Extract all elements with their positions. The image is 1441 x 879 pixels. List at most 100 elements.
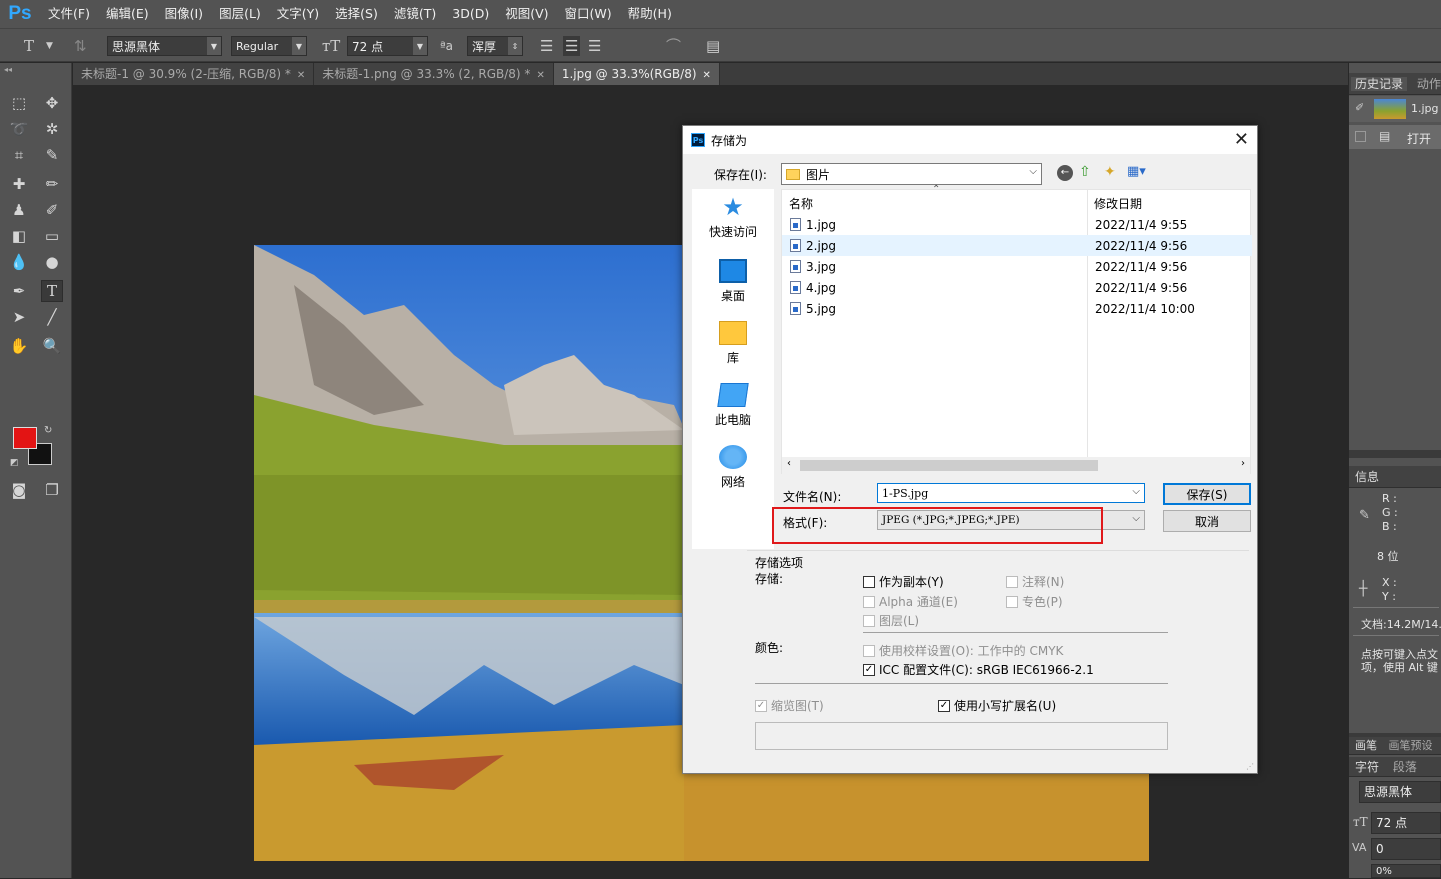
file-row[interactable]: 5.jpg 2022/11/4 10:00 <box>782 298 1252 319</box>
horizontal-scrollbar[interactable]: ‹ › <box>782 457 1250 474</box>
notes-checkbox[interactable]: 注释(N) <box>1006 573 1064 590</box>
move-tool-icon[interactable]: ✥ <box>41 92 63 114</box>
menu-type[interactable]: 文字(Y) <box>269 0 327 28</box>
close-icon[interactable]: ✕ <box>536 70 544 81</box>
menu-layer[interactable]: 图层(L) <box>211 0 269 28</box>
quick-mask-icon[interactable]: ◙ <box>8 479 30 501</box>
char-size-field[interactable]: 72 点 <box>1371 812 1441 834</box>
font-style-select[interactable]: Regular ▼ <box>231 36 307 56</box>
close-icon[interactable]: ✕ <box>703 70 711 81</box>
menu-filter[interactable]: 滤镜(T) <box>386 0 444 28</box>
menu-file[interactable]: 文件(F) <box>40 0 98 28</box>
file-row[interactable]: 3.jpg 2022/11/4 9:56 <box>782 256 1252 277</box>
menu-image[interactable]: 图像(I) <box>157 0 211 28</box>
menu-help[interactable]: 帮助(H) <box>620 0 680 28</box>
font-family-select[interactable]: 思源黑体 ▼ <box>107 36 222 56</box>
spot-colors-checkbox[interactable]: 专色(P) <box>1006 593 1063 610</box>
type-tool-selected-icon[interactable]: T <box>41 280 63 302</box>
alpha-channels-checkbox[interactable]: Alpha 通道(E) <box>863 593 958 610</box>
antialias-select[interactable]: 浑厚 ⇕ <box>467 36 523 56</box>
menu-window[interactable]: 窗口(W) <box>557 0 620 28</box>
orientation-toggle-icon[interactable]: ⇅ <box>74 36 87 56</box>
tab-document-3[interactable]: 1.jpg @ 33.3%(RGB/8) ✕ <box>553 63 720 85</box>
place-quick-access[interactable]: ★ 快速访问 <box>692 195 774 240</box>
lowercase-extension-checkbox[interactable]: ✓ 使用小写扩展名(U) <box>938 697 1056 714</box>
menu-edit[interactable]: 编辑(E) <box>98 0 157 28</box>
char-font-field[interactable]: 思源黑体 <box>1359 781 1441 803</box>
magic-wand-tool-icon[interactable]: ✲ <box>41 118 63 140</box>
view-menu-icon[interactable]: ▦▾ <box>1127 164 1146 179</box>
history-brush-tool-icon[interactable]: ✐ <box>41 199 63 221</box>
character-panel-icon[interactable]: ▤ <box>706 36 720 56</box>
icc-profile-checkbox[interactable]: ✓ ICC 配置文件(C): sRGB IEC61966-2.1 <box>863 661 1094 678</box>
place-desktop[interactable]: 桌面 <box>692 259 774 304</box>
swap-colors-icon[interactable]: ↻ <box>44 425 52 436</box>
place-this-pc[interactable]: 此电脑 <box>692 383 774 428</box>
clone-stamp-tool-icon[interactable]: ♟ <box>8 199 30 221</box>
scrollbar-thumb[interactable] <box>800 460 1098 471</box>
place-library[interactable]: 库 <box>692 321 774 366</box>
tab-character[interactable]: 字符 <box>1355 760 1379 774</box>
lasso-tool-icon[interactable]: ➰ <box>8 118 30 140</box>
filename-input[interactable]: 1-PS.jpg ⌵ <box>877 483 1145 503</box>
char-scale-field[interactable]: 0% <box>1371 864 1441 878</box>
tool-preset-chevron-icon[interactable]: ▼ <box>46 36 53 56</box>
zoom-tool-icon[interactable]: 🔍 <box>41 335 63 357</box>
brush-tool-icon[interactable]: ✏ <box>41 173 63 195</box>
eraser-tool-icon[interactable]: ◧ <box>8 225 30 247</box>
history-snapshot-row[interactable]: ✐ 1.jpg <box>1349 96 1441 122</box>
up-folder-icon[interactable]: ⇧ <box>1079 164 1091 180</box>
resize-grip-icon[interactable]: ⋰ <box>1246 762 1254 771</box>
align-left-icon[interactable]: ☰ <box>540 36 553 56</box>
file-row[interactable]: 4.jpg 2022/11/4 9:56 <box>782 277 1252 298</box>
save-button[interactable]: 保存(S) <box>1163 483 1251 505</box>
type-tool-icon[interactable]: T <box>24 36 34 56</box>
cancel-button[interactable]: 取消 <box>1163 510 1251 532</box>
new-folder-icon[interactable]: ✦ <box>1104 164 1116 180</box>
place-network[interactable]: 网络 <box>692 445 774 490</box>
tab-paragraph[interactable]: 段落 <box>1393 760 1417 774</box>
char-tracking-field[interactable]: 0 <box>1371 838 1441 860</box>
scroll-left-icon[interactable]: ‹ <box>787 458 791 469</box>
thumbnail-checkbox[interactable]: ✓ 缩览图(T) <box>755 697 824 714</box>
default-colors-icon[interactable]: ◩ <box>10 458 19 468</box>
eyedropper-tool-icon[interactable]: ✎ <box>41 144 63 166</box>
history-brush-source-icon[interactable]: ✐ <box>1355 101 1364 114</box>
marquee-tool-icon[interactable]: ⬚ <box>8 92 30 114</box>
file-row[interactable]: 1.jpg 2022/11/4 9:55 <box>782 214 1252 235</box>
align-right-icon[interactable]: ☰ <box>588 36 601 56</box>
healing-brush-tool-icon[interactable]: ✚ <box>8 173 30 195</box>
tab-document-2[interactable]: 未标题-1.png @ 33.3% (2, RGB/8) * ✕ <box>314 63 554 85</box>
pen-tool-icon[interactable]: ✒ <box>8 280 30 302</box>
gradient-tool-icon[interactable]: ▭ <box>41 225 63 247</box>
info-panel-tab[interactable]: 信息 <box>1349 466 1441 488</box>
tab-history[interactable]: 历史记录 <box>1351 77 1408 91</box>
back-icon[interactable]: ← <box>1057 165 1073 181</box>
line-tool-icon[interactable]: ╱ <box>41 306 63 328</box>
menu-3d[interactable]: 3D(D) <box>444 0 497 28</box>
foreground-color-swatch[interactable] <box>13 427 37 449</box>
path-selection-tool-icon[interactable]: ➤ <box>8 306 30 328</box>
history-state-checkbox[interactable] <box>1355 131 1366 142</box>
collapse-icon[interactable]: ◂◂ <box>4 65 12 74</box>
menu-view[interactable]: 视图(V) <box>497 0 556 28</box>
file-row[interactable]: 2.jpg 2022/11/4 9:56 <box>782 235 1252 256</box>
column-header-date[interactable]: 修改日期 <box>1094 195 1142 212</box>
screen-mode-icon[interactable]: ❐ <box>41 479 63 501</box>
blur-tool-icon[interactable]: 💧 <box>8 251 30 273</box>
menu-select[interactable]: 选择(S) <box>327 0 386 28</box>
tab-actions[interactable]: 动作 <box>1417 77 1441 91</box>
font-size-select[interactable]: 72 点 ▼ <box>347 36 428 56</box>
tab-brush-presets[interactable]: 画笔预设 <box>1389 739 1433 752</box>
close-icon[interactable]: ✕ <box>297 70 305 81</box>
hand-tool-icon[interactable]: ✋ <box>8 335 30 357</box>
warp-text-icon[interactable]: ⌒ <box>666 36 681 56</box>
align-center-icon[interactable]: ☰ <box>563 36 581 56</box>
scroll-right-icon[interactable]: › <box>1241 458 1245 469</box>
close-icon[interactable]: ✕ <box>1234 129 1249 150</box>
crop-tool-icon[interactable]: ⌗ <box>8 144 30 166</box>
tab-document-1[interactable]: 未标题-1 @ 30.9% (2-压缩, RGB/8) * ✕ <box>73 63 315 85</box>
dodge-tool-icon[interactable]: ● <box>41 251 63 273</box>
layers-checkbox[interactable]: 图层(L) <box>863 612 919 629</box>
as-copy-checkbox[interactable]: 作为副本(Y) <box>863 573 944 590</box>
